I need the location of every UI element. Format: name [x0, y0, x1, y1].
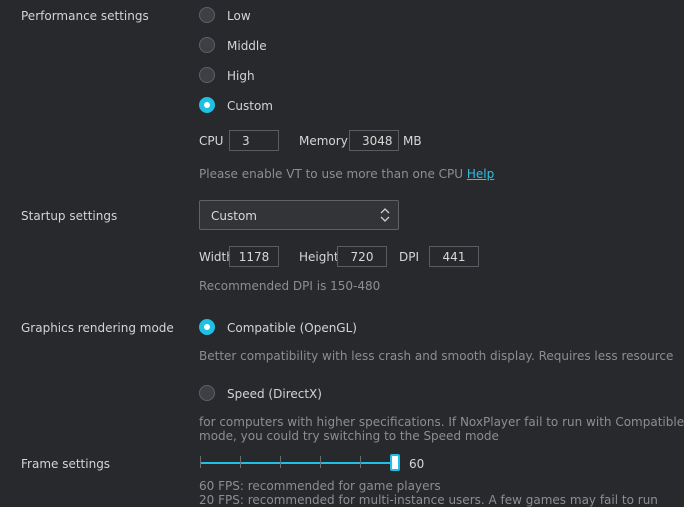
cpu-label: CPU — [199, 134, 224, 148]
height-label: Height — [299, 250, 339, 264]
fps-value: 60 — [409, 457, 425, 471]
perf-radio-custom[interactable] — [199, 97, 215, 113]
chevron-up-down-icon — [380, 208, 390, 222]
fps-hint-line1: 60 FPS: recommended for game players — [199, 479, 441, 493]
cpu-input[interactable] — [229, 130, 279, 151]
perf-option-custom-label: Custom — [227, 99, 273, 113]
directx-description-line1: for computers with higher specifications… — [199, 415, 684, 429]
startup-resolution-select[interactable]: Custom — [199, 200, 399, 230]
fps-slider-tick — [360, 456, 361, 468]
fps-slider-track[interactable] — [200, 462, 395, 464]
help-link[interactable]: Help — [467, 167, 494, 181]
fps-slider-tick — [280, 456, 281, 468]
dpi-hint: Recommended DPI is 150-480 — [199, 279, 381, 293]
fps-hint-line2: 20 FPS: recommended for multi-instance u… — [199, 493, 658, 507]
perf-radio-middle[interactable] — [199, 37, 215, 53]
perf-radio-high[interactable] — [199, 67, 215, 83]
frame-settings-label: Frame settings — [21, 457, 111, 471]
directx-description-line2: mode, you could try switching to the Spe… — [199, 429, 499, 443]
width-input[interactable] — [229, 246, 279, 267]
fps-slider-tick — [200, 456, 201, 468]
graphics-opengl-label: Compatible (OpenGL) — [227, 321, 357, 335]
vt-hint: Please enable VT to use more than one CP… — [199, 167, 494, 181]
memory-input[interactable] — [349, 130, 399, 151]
dpi-label: DPI — [399, 250, 420, 264]
perf-radio-low[interactable] — [199, 7, 215, 23]
memory-label: Memory — [299, 134, 348, 148]
graphics-rendering-label: Graphics rendering mode — [21, 321, 174, 335]
graphics-radio-directx[interactable] — [199, 385, 215, 401]
memory-unit: MB — [403, 134, 422, 148]
vt-hint-text: Please enable VT to use more than one CP… — [199, 167, 464, 181]
graphics-directx-label: Speed (DirectX) — [227, 387, 322, 401]
fps-slider-tick — [320, 456, 321, 468]
fps-slider-thumb[interactable] — [390, 454, 400, 471]
opengl-description: Better compatibility with less crash and… — [199, 349, 674, 363]
graphics-radio-opengl[interactable] — [199, 319, 215, 335]
startup-settings-label: Startup settings — [21, 209, 118, 223]
startup-select-value: Custom — [211, 209, 257, 223]
perf-option-high-label: High — [227, 69, 255, 83]
dpi-input[interactable] — [429, 246, 479, 267]
perf-option-middle-label: Middle — [227, 39, 267, 53]
height-input[interactable] — [337, 246, 387, 267]
perf-option-low-label: Low — [227, 9, 251, 23]
fps-slider-tick — [240, 456, 241, 468]
performance-settings-label: Performance settings — [21, 9, 149, 23]
